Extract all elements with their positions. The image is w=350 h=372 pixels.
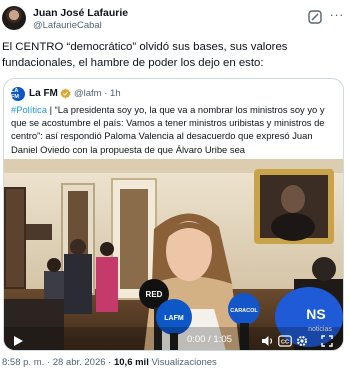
author-handle[interactable]: @LafaurieCabal (33, 20, 102, 31)
author-avatar[interactable] (2, 6, 26, 30)
quote-text: #Política | “La presidenta soy yo, la qu… (11, 103, 339, 156)
quote-body: | “La presidenta soy yo, la que va a nom… (11, 104, 325, 155)
more-options-icon[interactable]: ··· (330, 7, 345, 22)
tweet-date[interactable]: 28 abr. 2026 (53, 357, 106, 368)
views-label: Visualizaciones (151, 357, 217, 368)
volume-icon[interactable] (261, 335, 274, 347)
tweet-metadata: 8:58 p. m. · 28 abr. 2026 · 10,6 mil Vis… (2, 357, 217, 368)
video-player[interactable]: RED LAFM CARACOL NS noticias 0:00 / 1:05… (4, 159, 343, 350)
tweet-header: Juan José Lafaurie @LafaurieCabal ··· (2, 6, 348, 34)
author-name[interactable]: Juan José Lafaurie (33, 7, 128, 19)
meta-separator: · (108, 357, 112, 368)
grok-icon[interactable] (308, 10, 322, 24)
play-icon[interactable] (12, 335, 24, 347)
captions-icon[interactable]: CC (278, 335, 292, 347)
quote-author-name[interactable]: La FM (29, 88, 58, 99)
hashtag-link[interactable]: #Política (11, 104, 47, 115)
verified-badge-icon (60, 88, 71, 99)
fullscreen-icon[interactable] (321, 335, 333, 347)
video-frame: RED LAFM CARACOL NS noticias (4, 159, 343, 350)
quote-author-handle[interactable]: @lafm · 1h (74, 88, 121, 99)
settings-gear-icon[interactable] (296, 335, 308, 347)
quote-avatar[interactable]: LA FM (11, 87, 25, 101)
quoted-tweet[interactable]: LA FM La FM @lafm · 1h #Política | “La p… (3, 78, 344, 351)
meta-separator: · (46, 357, 51, 368)
views-count: 10,6 mil (113, 357, 149, 368)
mic-label-red: RED (146, 290, 163, 299)
tweet-time[interactable]: 8:58 p. m. (2, 357, 44, 368)
mic-label-ns: NS (306, 306, 325, 322)
video-time: 0:00 / 1:05 (187, 334, 232, 345)
svg-text:CC: CC (281, 340, 289, 346)
tweet-text: El CENTRO “democrático” olvidó sus bases… (2, 41, 288, 69)
mic-label-caracol: CARACOL (230, 308, 258, 314)
mic-label-lafm: LAFM (164, 315, 184, 322)
